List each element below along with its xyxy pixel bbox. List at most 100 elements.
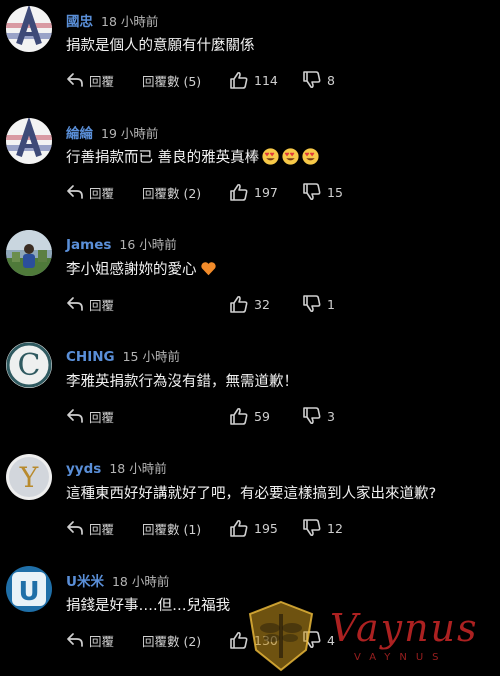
reply-label: 回覆	[89, 73, 115, 89]
reply-label: 回覆	[89, 633, 115, 649]
like-button[interactable]: 195	[229, 518, 278, 538]
reply-label: 回覆	[89, 409, 115, 425]
dislike-button[interactable]: 4	[302, 630, 335, 650]
dislike-button[interactable]: 3	[302, 406, 335, 426]
like-button[interactable]: 197	[229, 182, 278, 202]
like-count: 59	[254, 408, 270, 424]
avatar[interactable]: Y	[6, 454, 52, 500]
thumbs-up-icon	[229, 183, 249, 201]
dislike-button[interactable]: 8	[302, 70, 335, 90]
replies-count: 回覆數 (1)	[142, 521, 202, 537]
username[interactable]: 綸綸	[66, 122, 93, 142]
avatar[interactable]	[6, 6, 52, 52]
replies-count: 回覆數 (5)	[142, 73, 202, 89]
dislike-count: 8	[327, 72, 335, 88]
dislike-count: 1	[327, 296, 335, 312]
comment-text: 李小姐感謝妳的愛心	[66, 260, 217, 280]
comment-actions: 回覆 回覆數 (5) 114 8	[66, 70, 500, 90]
dislike-count: 3	[327, 408, 335, 424]
reply-icon	[66, 184, 84, 200]
reply-button[interactable]: 回覆	[66, 294, 114, 314]
comment-body: 捐款是個人的意願有什麼關係	[66, 38, 255, 54]
username[interactable]: U米米	[66, 570, 104, 590]
reply-button[interactable]: 回覆	[66, 406, 114, 426]
like-button[interactable]: 114	[229, 70, 278, 90]
timestamp: 15 小時前	[122, 349, 180, 364]
thumbs-down-icon	[302, 71, 322, 89]
comment-item: James 16 小時前李小姐感謝妳的愛心回覆 32 1	[0, 224, 500, 336]
comment-body: 捐錢是好事….但…兒福我	[66, 598, 231, 614]
comment-header: James 16 小時前	[66, 234, 177, 253]
comment-item: Yyyds 18 小時前 這種東西好好講就好了吧，有必要這樣搞到人家出來道歉? 回覆回…	[0, 448, 500, 560]
reply-button[interactable]: 回覆	[66, 630, 114, 650]
like-button[interactable]: 32	[229, 294, 270, 314]
svg-text:U: U	[18, 577, 39, 607]
comment-header: 國忠 18 小時前	[66, 10, 158, 30]
comment-actions: 回覆 回覆數 (2) 130 4	[66, 630, 500, 650]
like-button[interactable]: 130	[229, 630, 278, 650]
comment-header: CHING 15 小時前	[66, 346, 180, 365]
reply-icon	[66, 72, 84, 88]
reply-label: 回覆	[89, 185, 115, 201]
reply-icon	[66, 296, 84, 312]
heart-eyes-emoji	[279, 148, 299, 166]
comment-text: 行善捐款而已 善良的雅英真棒	[66, 148, 319, 168]
timestamp: 18 小時前	[109, 461, 167, 476]
comment-header: yyds 18 小時前	[66, 458, 167, 477]
comment-actions: 回覆 回覆數 (2) 197 15	[66, 182, 500, 202]
like-button[interactable]: 59	[229, 406, 270, 426]
comment-actions: 回覆 32 1	[66, 294, 500, 314]
avatar[interactable]: U	[6, 566, 52, 612]
like-count: 197	[254, 184, 278, 200]
reply-icon	[66, 520, 84, 536]
thumbs-down-icon	[302, 183, 322, 201]
thumbs-up-icon	[229, 631, 249, 649]
username[interactable]: yyds	[66, 461, 101, 477]
dislike-count: 4	[327, 632, 335, 648]
comment-header: 綸綸 19 小時前	[66, 122, 158, 142]
comment-text: 捐錢是好事….但…兒福我	[66, 596, 230, 616]
dislike-button[interactable]: 15	[302, 182, 343, 202]
comment-body: 行善捐款而已 善良的雅英真棒	[66, 150, 260, 166]
view-replies-button[interactable]: 回覆數 (2)	[142, 182, 201, 202]
thumbs-down-icon	[302, 631, 322, 649]
heart-eyes-emoji	[259, 148, 279, 166]
like-count: 130	[254, 632, 278, 648]
thumbs-down-icon	[302, 295, 322, 313]
dislike-button[interactable]: 12	[302, 518, 343, 538]
thumbs-up-icon	[229, 407, 249, 425]
reply-button[interactable]: 回覆	[66, 182, 114, 202]
dislike-count: 12	[327, 520, 343, 536]
comment-text: 這種東西好好講就好了吧，有必要這樣搞到人家出來道歉?	[66, 484, 436, 504]
like-count: 114	[254, 72, 278, 88]
comment-item: C CHING 15 小時前李雅英捐款行為沒有錯，無需道歉！ 回覆 59 3	[0, 336, 500, 448]
avatar[interactable]	[6, 230, 52, 276]
reply-icon	[66, 408, 84, 424]
svg-text:Y: Y	[19, 461, 39, 494]
replies-count: 回覆數 (2)	[142, 633, 202, 649]
username[interactable]: 國忠	[66, 10, 93, 30]
orange-heart-emoji	[197, 262, 217, 278]
reply-label: 回覆	[89, 521, 115, 537]
reply-label: 回覆	[89, 297, 115, 313]
comment-item: 綸綸 19 小時前行善捐款而已 善良的雅英真棒回覆 回覆數 (2) 197 15	[0, 112, 500, 224]
timestamp: 18 小時前	[111, 574, 170, 589]
avatar[interactable]	[6, 118, 52, 164]
avatar[interactable]: C	[6, 342, 52, 388]
reply-button[interactable]: 回覆	[66, 518, 114, 538]
dislike-button[interactable]: 1	[302, 294, 335, 314]
like-count: 32	[254, 296, 270, 312]
comment-item: U U米米 18 小時前捐錢是好事….但…兒福我回覆 回覆數 (2) 130 4	[0, 560, 500, 672]
timestamp: 19 小時前	[101, 126, 159, 141]
comment-body: 李雅英捐款行為沒有錯，無需道歉！	[66, 374, 298, 390]
reply-button[interactable]: 回覆	[66, 70, 114, 90]
view-replies-button[interactable]: 回覆數 (1)	[142, 518, 201, 538]
thumbs-up-icon	[229, 295, 249, 313]
username[interactable]: James	[66, 237, 111, 253]
comment-actions: 回覆 回覆數 (1) 195 12	[66, 518, 500, 538]
comment-item: 國忠 18 小時前捐款是個人的意願有什麼關係回覆 回覆數 (5) 114 8	[0, 0, 500, 112]
replies-count: 回覆數 (2)	[142, 185, 202, 201]
view-replies-button[interactable]: 回覆數 (5)	[142, 70, 201, 90]
view-replies-button[interactable]: 回覆數 (2)	[142, 630, 201, 650]
username[interactable]: CHING	[66, 349, 115, 365]
